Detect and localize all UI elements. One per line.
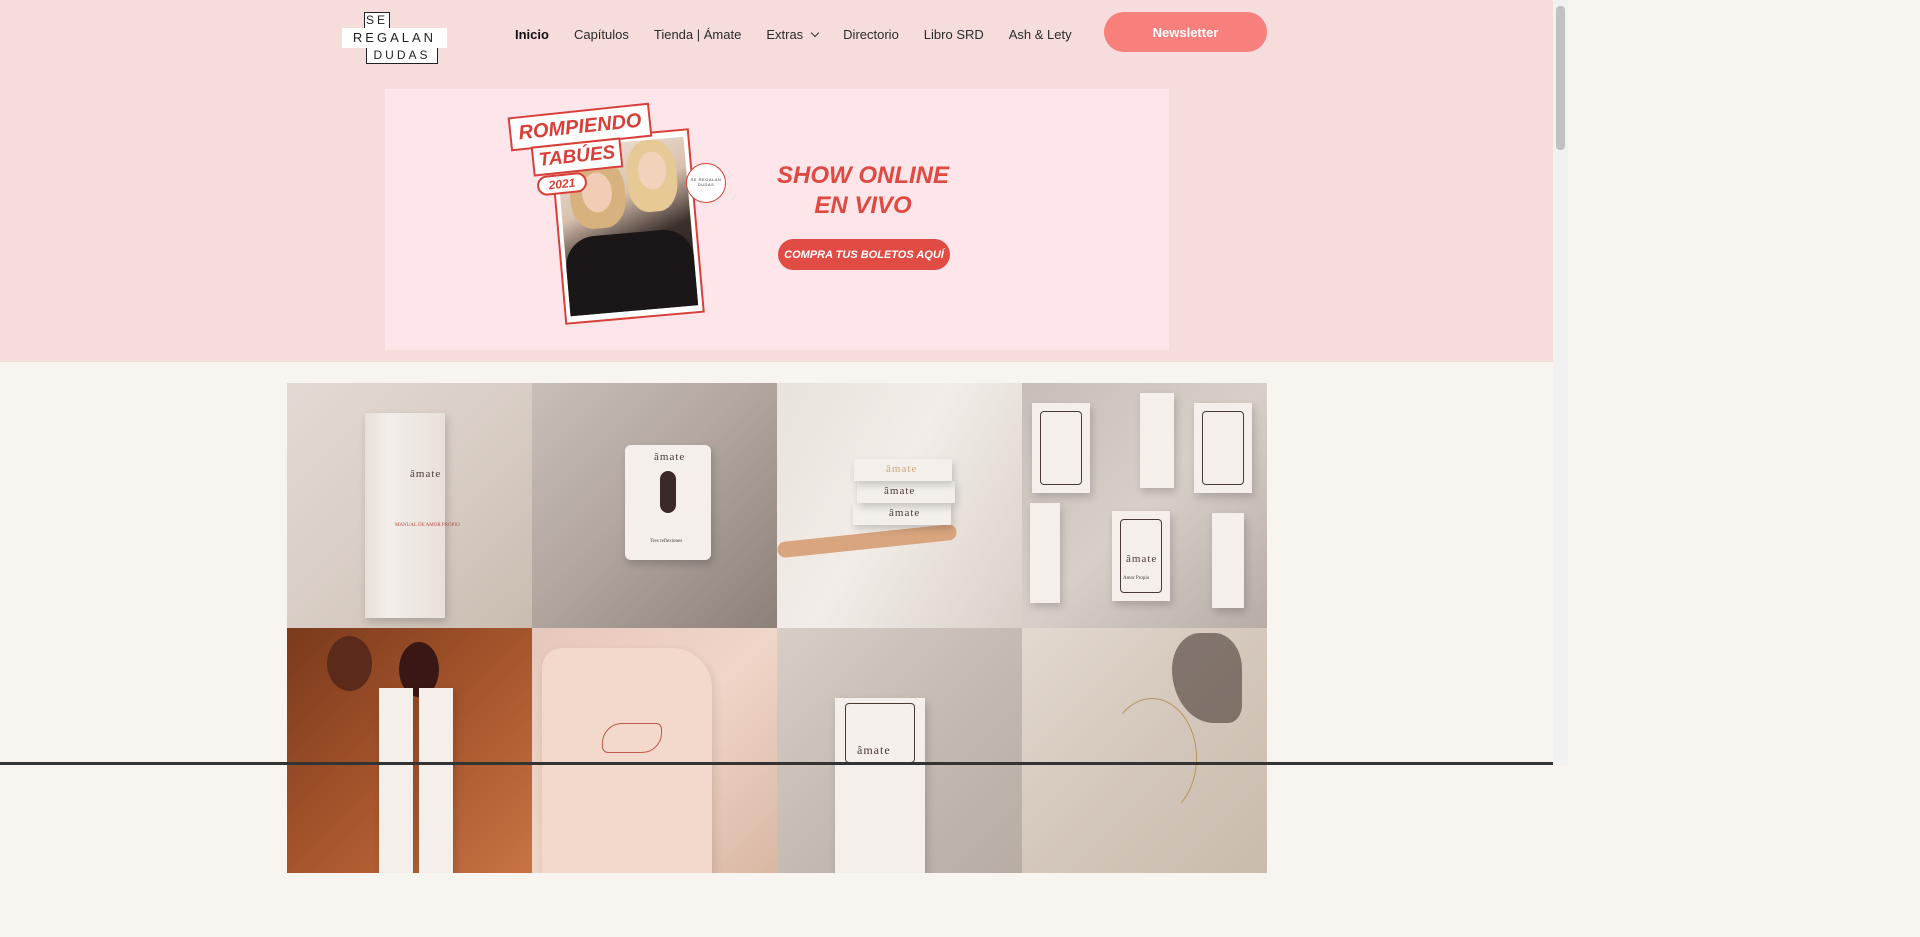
- poster-seal: SE REGALAN DUDAS: [686, 163, 726, 203]
- nav-item-directorio[interactable]: Directorio: [843, 27, 899, 42]
- flatlay-box-4: [1030, 503, 1060, 603]
- card-brand: âmate: [654, 451, 686, 463]
- manual-brand: âmate: [410, 468, 442, 480]
- scrollbar-thumb[interactable]: [1556, 6, 1565, 150]
- product-photo-manual[interactable]: âmate MANUAL DE AMOR PROPIO: [287, 383, 532, 628]
- hand-arm: [777, 523, 958, 559]
- closeup-box-brand: âmate: [857, 743, 891, 757]
- bookmark-1: [379, 688, 413, 873]
- tassel-1: [327, 636, 372, 691]
- manual-label: MANUAL DE AMOR PROPIO: [395, 523, 460, 528]
- header-hero-section: SE REGALAN DUDAS Inicio Capítulos Tienda…: [0, 0, 1553, 362]
- instagram-grid: âmate MANUAL DE AMOR PROPIO âmate Tres r…: [287, 383, 1267, 873]
- logo-line-2: REGALAN: [342, 28, 447, 48]
- product-photo-card[interactable]: âmate Tres reflexiones: [532, 383, 777, 628]
- box-brand-2: âmate: [884, 485, 916, 497]
- nav-item-libro-srd[interactable]: Libro SRD: [924, 27, 984, 42]
- show-title: SHOW ONLINE EN VIVO: [755, 161, 971, 221]
- product-photo-tote-bag[interactable]: [532, 628, 777, 873]
- manual-book: [365, 413, 445, 618]
- tote-hand-illustration: [602, 723, 662, 753]
- box-brand-3: âmate: [889, 507, 921, 519]
- bookmark-2: [419, 688, 453, 873]
- taskbar-edge: [0, 762, 1553, 765]
- tote-bag: [542, 648, 712, 873]
- card-caption: Tres reflexiones: [650, 539, 683, 544]
- flatlay-box-brand: âmate: [1126, 553, 1158, 565]
- page-scrollbar[interactable]: [1553, 0, 1568, 765]
- product-photo-bookmarks[interactable]: [287, 628, 532, 873]
- nav-item-capitulos[interactable]: Capítulos: [574, 27, 629, 42]
- flatlay-box-label: Amor Propio: [1123, 576, 1150, 581]
- nav-item-extras[interactable]: Extras: [766, 27, 820, 42]
- main-nav: Inicio Capítulos Tienda | Ámate Extras D…: [515, 27, 1097, 42]
- show-title-line-2: EN VIVO: [814, 192, 912, 219]
- site-logo[interactable]: SE REGALAN DUDAS: [342, 12, 447, 64]
- product-photo-necklace[interactable]: [1022, 628, 1267, 873]
- product-photo-boxes-flatlay[interactable]: âmate Amor Propio: [1022, 383, 1267, 628]
- nav-item-inicio[interactable]: Inicio: [515, 27, 549, 42]
- card-figure-illustration: [660, 471, 676, 513]
- nav-item-extras-label: Extras: [766, 27, 804, 42]
- buy-tickets-button[interactable]: COMPRA TUS BOLETOS AQUÍ: [778, 239, 950, 270]
- flatlay-box-6: [1212, 513, 1244, 608]
- necklace-chain: [1107, 698, 1197, 818]
- flatlay-box-1-frame: [1040, 411, 1082, 485]
- box-brand-1: âmate: [886, 463, 918, 475]
- hand-shadow: [1172, 633, 1242, 723]
- nav-item-ash-lety[interactable]: Ash & Lety: [1009, 27, 1072, 42]
- show-title-line-1: SHOW ONLINE: [777, 162, 949, 189]
- logo-line-3: DUDAS: [366, 48, 438, 64]
- nav-item-tienda[interactable]: Tienda | Ámate: [654, 27, 741, 42]
- chevron-down-icon: [810, 28, 820, 37]
- product-photo-box-closeup[interactable]: âmate: [777, 628, 1022, 873]
- show-banner[interactable]: ROMPIENDO TABÚES 2021 SE REGALAN DUDAS S…: [385, 89, 1169, 350]
- product-photo-boxes-hand[interactable]: âmate âmate âmate: [777, 383, 1022, 628]
- flatlay-box-2: [1140, 393, 1174, 488]
- newsletter-button[interactable]: Newsletter: [1104, 12, 1267, 52]
- flatlay-box-3-frame: [1202, 411, 1244, 485]
- logo-line-1: SE: [364, 12, 390, 28]
- poster-clothing: [563, 227, 699, 317]
